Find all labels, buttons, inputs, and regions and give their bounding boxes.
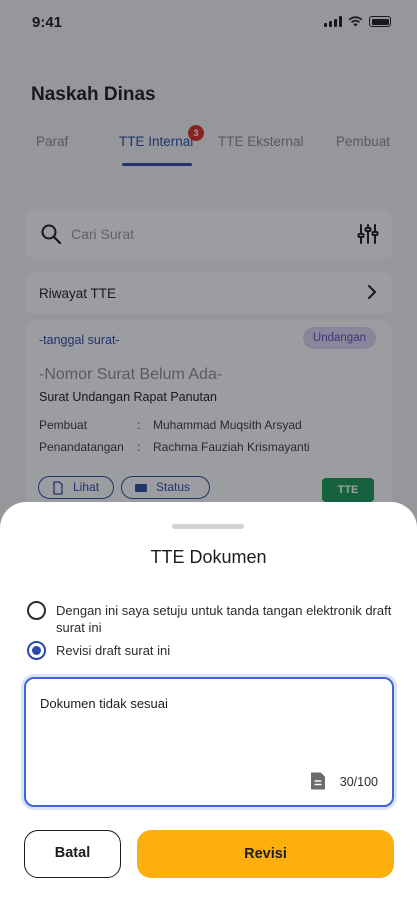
option-approve[interactable]: Dengan ini saya setuju untuk tanda tanga… [27, 601, 397, 637]
revision-note-input[interactable]: Dokumen tidak sesuai 30/100 [24, 677, 394, 807]
revise-button[interactable]: Revisi [137, 830, 394, 878]
radio-revise[interactable] [27, 641, 46, 660]
radio-approve[interactable] [27, 601, 46, 620]
revision-note-value: Dokumen tidak sesuai [40, 696, 168, 711]
sheet-grabber[interactable] [172, 524, 244, 529]
char-counter: 30/100 [339, 775, 378, 789]
document-count-icon [311, 772, 325, 790]
option-revise-label: Revisi draft surat ini [56, 643, 171, 658]
option-revise[interactable]: Revisi draft surat ini [27, 641, 397, 663]
sheet-title: TTE Dokumen [150, 547, 267, 567]
cancel-button[interactable]: Batal [24, 830, 121, 878]
tte-bottom-sheet: TTE Dokumen Dengan ini saya setuju untuk… [0, 502, 417, 900]
option-approve-label: Dengan ini saya setuju untuk tanda tanga… [56, 603, 392, 635]
